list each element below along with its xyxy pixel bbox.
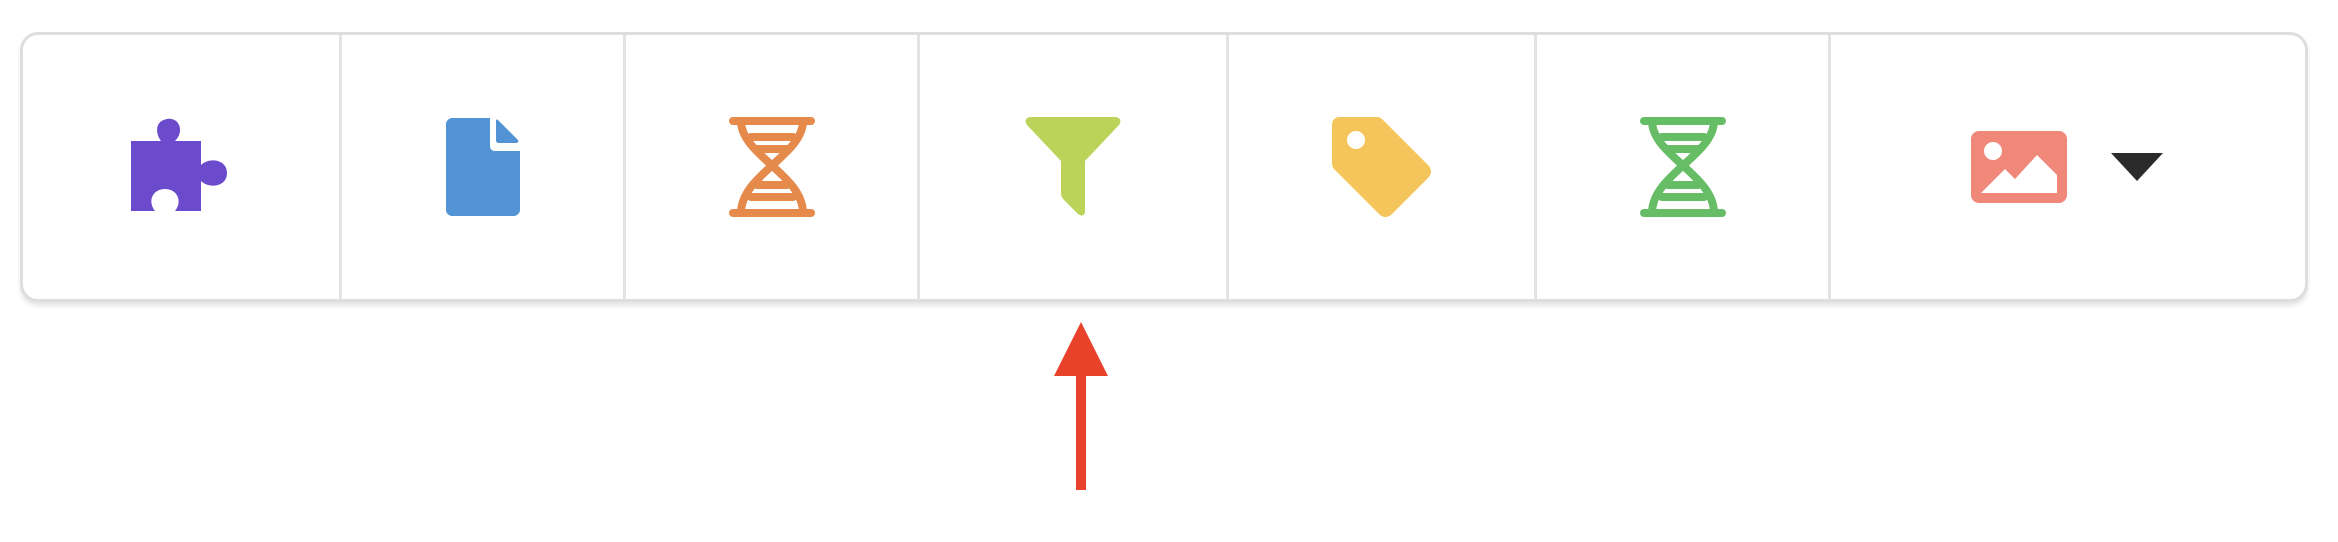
filter-icon [1025,117,1121,216]
dna-icon [1639,117,1726,217]
dna-icon [728,117,815,217]
caret-down-icon[interactable] [2109,151,2165,183]
dna-tool-button-green[interactable] [1537,35,1831,299]
puzzle-piece-icon [131,118,227,211]
puzzle-piece-tool-button[interactable] [23,35,342,299]
file-icon [445,118,520,216]
filter-tool-button[interactable] [920,35,1229,299]
image-icon [1971,131,2067,203]
up-arrow-icon [1054,322,1108,490]
image-tool-dropdown[interactable] [1831,35,2305,299]
dna-tool-button-orange[interactable] [626,35,920,299]
tag-tool-button[interactable] [1229,35,1537,299]
tag-icon [1331,117,1431,217]
toolbar [20,32,2308,302]
document-tool-button[interactable] [342,35,626,299]
